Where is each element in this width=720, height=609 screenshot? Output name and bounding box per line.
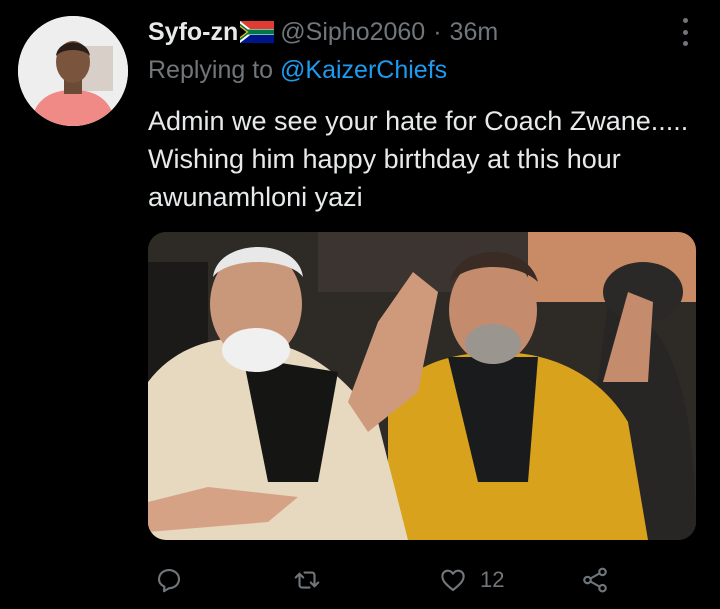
reply-button[interactable] — [154, 560, 184, 600]
like-button[interactable]: 12 — [438, 560, 504, 600]
tweet-text: Admin we see your hate for Coach Zwane..… — [148, 106, 689, 212]
south-africa-flag-icon — [240, 21, 275, 43]
tweet-actions: 12 — [148, 560, 700, 600]
tweet-timestamp[interactable]: 36m — [450, 18, 499, 47]
heart-icon — [441, 569, 465, 592]
photo-image — [148, 232, 696, 540]
like-count: 12 — [480, 567, 505, 592]
separator-dot: · — [433, 17, 442, 46]
tweet-header: Syfo-zn @Sipho2060 · 36m — [148, 16, 498, 48]
retweet-button[interactable] — [292, 560, 322, 600]
reply-icon — [157, 568, 181, 593]
retweet-icon — [294, 571, 320, 589]
share-button[interactable] — [580, 560, 610, 600]
replying-to-line: Replying to @KaizerChiefs — [148, 56, 447, 85]
tweet-photo[interactable] — [148, 232, 696, 540]
replying-to-mention[interactable]: @KaizerChiefs — [280, 56, 447, 84]
replying-to-label: Replying to — [148, 56, 274, 84]
display-name[interactable]: Syfo-zn — [148, 18, 238, 47]
share-icon — [583, 567, 607, 593]
more-options-icon[interactable] — [680, 18, 690, 46]
avatar[interactable] — [18, 16, 128, 126]
user-handle[interactable]: @Sipho2060 — [280, 18, 425, 47]
avatar-image — [18, 16, 128, 126]
